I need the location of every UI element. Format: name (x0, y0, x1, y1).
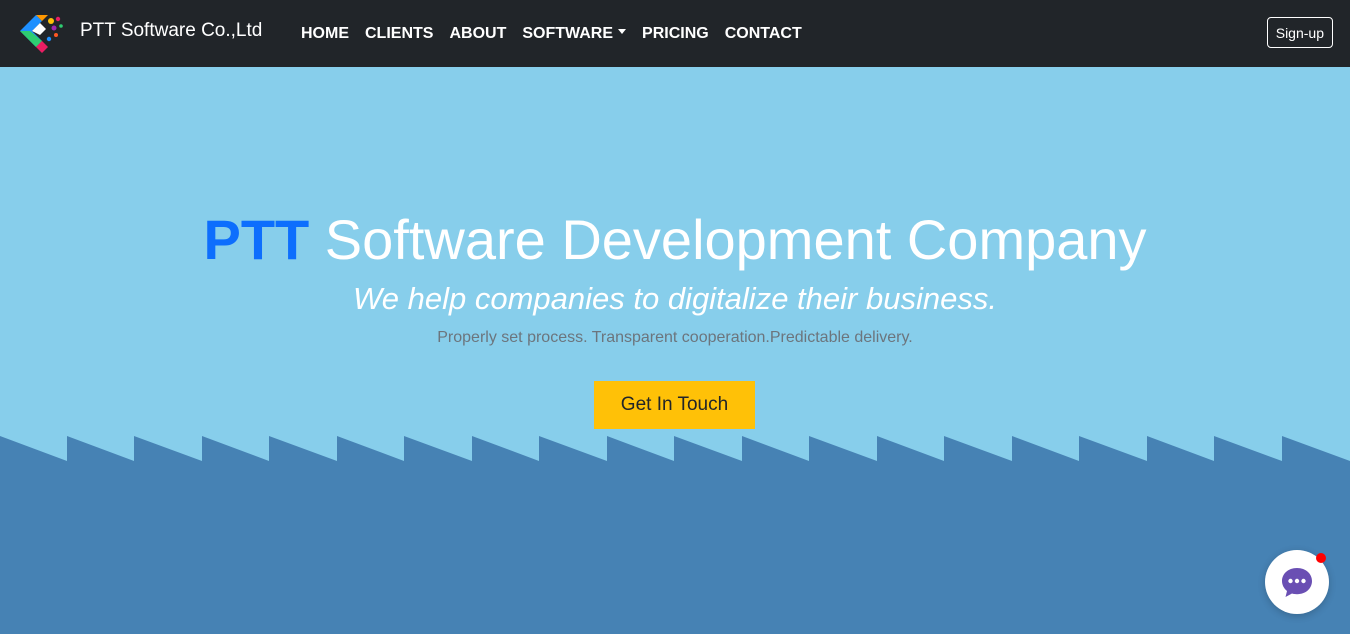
nav-link-pricing[interactable]: PRICING (634, 0, 717, 67)
chat-bubble-icon (1282, 568, 1312, 597)
nav-item-home: HOME (293, 0, 357, 67)
notification-dot (1316, 553, 1326, 563)
sawtooth-wave-decoration (0, 436, 1350, 634)
chat-widget-button[interactable] (1265, 550, 1329, 614)
nav-item-software: SOFTWARE (514, 0, 634, 67)
brand-link[interactable]: PTT Software Co.,Ltd (16, 13, 262, 53)
hero-lead-text: Properly set process. Transparent cooper… (437, 329, 913, 346)
nav-link-software-label: SOFTWARE (522, 24, 614, 42)
nav-item-contact: CONTACT (717, 0, 810, 67)
nav-item-clients: CLIENTS (357, 0, 441, 67)
nav-link-about[interactable]: ABOUT (441, 0, 514, 67)
brand-name: PTT Software Co.,Ltd (80, 20, 263, 41)
signup-button[interactable]: Sign-up (1266, 17, 1333, 48)
nav-item-about: ABOUT (441, 0, 514, 67)
main-nav: HOME CLIENTS ABOUT SOFTWARE PRICING CONT… (293, 0, 810, 67)
get-in-touch-button[interactable]: Get In Touch (594, 381, 755, 429)
nav-link-home[interactable]: HOME (293, 0, 357, 67)
ptt-logo-icon (20, 15, 63, 53)
nav-link-contact[interactable]: CONTACT (717, 0, 810, 67)
hero-title-highlight: PTT (203, 208, 310, 271)
top-navbar: PTT Software Co.,Ltd HOME CLIENTS ABOUT … (0, 0, 1350, 67)
nav-item-pricing: PRICING (634, 0, 717, 67)
nav-link-clients[interactable]: CLIENTS (357, 0, 441, 67)
nav-link-software-dropdown[interactable]: SOFTWARE (514, 0, 634, 67)
caret-down-icon (618, 29, 627, 34)
hero-title: PTT Software Development Company (0, 207, 1350, 273)
hero-title-rest: Software Development Company (309, 208, 1147, 271)
hero-subtitle: We help companies to digitalize their bu… (353, 281, 997, 316)
hero-section: PTT Software Development Company We help… (0, 67, 1350, 634)
